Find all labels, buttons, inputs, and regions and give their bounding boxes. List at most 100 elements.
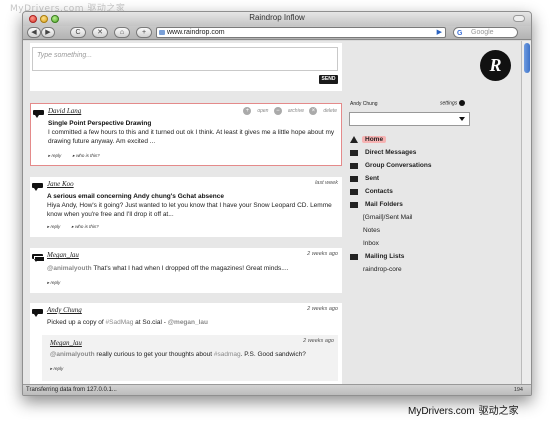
message-body: I committed a few hours to this and it t…: [48, 129, 335, 145]
archive-action[interactable]: − archive: [273, 107, 304, 115]
open-icon: +: [243, 107, 252, 115]
author-name[interactable]: Jane Koo: [47, 180, 74, 188]
url-input[interactable]: www.raindrop.com ▶: [156, 27, 446, 38]
toolbar-toggle-button[interactable]: [513, 15, 525, 22]
message-subject: Single Point Perspective Drawing: [48, 120, 152, 127]
url-text: www.raindrop.com: [167, 29, 225, 36]
who-is-this-link[interactable]: ▸ who is this?: [73, 153, 105, 158]
conversation-icon: [350, 162, 358, 169]
go-arrow-icon[interactable]: ▶: [437, 28, 442, 37]
author-name[interactable]: Megan_lau: [47, 251, 79, 259]
home-icon: [350, 136, 358, 143]
message-time: 2 weeks ago: [307, 251, 338, 257]
account-select[interactable]: [349, 112, 470, 126]
reply-link[interactable]: ▸ reply: [47, 280, 65, 285]
reply-card[interactable]: Megan_lau 2 weeks ago @animalyouth reall…: [42, 335, 338, 381]
author-name[interactable]: Andy Chung: [47, 306, 82, 314]
page-content: Type something... SEND David Lang + open …: [23, 41, 523, 386]
user-name: Andy Chung: [350, 101, 378, 107]
gear-icon: [459, 100, 466, 106]
reply-link[interactable]: ▸ reply: [50, 366, 68, 371]
message-body: Hiya Andy, How's it going? Just wanted t…: [47, 202, 332, 218]
author-name[interactable]: David Lang: [48, 107, 81, 115]
status-count: 194: [513, 387, 523, 393]
window-title: Raindrop Inflow: [249, 13, 305, 22]
sidebar-folder-item[interactable]: [Gmail]/Sent Mail: [363, 214, 413, 221]
message-subject: A serious email concerning Andy chung's …: [47, 193, 224, 200]
hashtag[interactable]: #SadMag: [106, 319, 134, 326]
message-meta: ▸ reply: [50, 366, 73, 372]
message-icon: [33, 110, 44, 118]
forward-button[interactable]: ▶: [41, 27, 55, 38]
search-input[interactable]: G Google: [453, 27, 518, 38]
scroll-thumb[interactable]: [524, 43, 530, 73]
message-card[interactable]: Andy Chung 2 weeks ago Picked up a copy …: [30, 303, 342, 386]
message-icon: [32, 309, 43, 317]
archive-icon: −: [273, 107, 282, 115]
message-meta: ▸ reply ▸ who is this?: [47, 224, 109, 230]
watermark-bottom: MyDrivers.com 驱动之家: [408, 406, 519, 417]
send-button[interactable]: SEND: [319, 75, 338, 84]
sidebar-folder-item[interactable]: Notes: [363, 227, 380, 234]
message-time: 2 weeks ago: [303, 338, 334, 344]
message-icon: [350, 149, 358, 156]
search-placeholder: Google: [471, 29, 494, 36]
compose-input[interactable]: Type something...: [32, 47, 338, 71]
conversation-icon: [32, 254, 45, 262]
mail-icon: [350, 253, 358, 260]
mention[interactable]: @megan_lau: [168, 319, 208, 326]
browser-toolbar: ◀ ▶ C ✕ ⌂ + www.raindrop.com ▶ G Google: [23, 26, 531, 40]
delete-icon: ×: [309, 107, 318, 115]
message-body: @animalyouth really curious to get your …: [50, 351, 306, 358]
message-time: last week: [315, 180, 338, 186]
back-button[interactable]: ◀: [27, 27, 41, 38]
message-card[interactable]: Jane Koo last week A serious email conce…: [30, 177, 342, 237]
author-name[interactable]: Megan_lau: [50, 339, 82, 347]
who-is-this-link[interactable]: ▸ who is this?: [72, 224, 104, 229]
status-bar: Transferring data from 127.0.0.1... 194: [23, 384, 531, 395]
delete-action[interactable]: × delete: [309, 107, 337, 115]
message-actions: + open − archive × delete: [239, 107, 337, 115]
mention[interactable]: @animalyouth: [47, 265, 92, 272]
reply-link[interactable]: ▸ reply: [48, 153, 66, 158]
title-bar: Raindrop Inflow: [23, 12, 531, 26]
sent-icon: [350, 175, 358, 182]
add-bookmark-button[interactable]: +: [136, 27, 152, 38]
google-icon: G: [457, 30, 463, 37]
raindrop-logo: R: [480, 50, 511, 81]
sidebar-item-mailing-lists[interactable]: Mailing Lists: [350, 253, 407, 263]
sidebar: R Andy Chung settings Home Direct Messag…: [345, 41, 515, 386]
message-body: @animalyouth That's what I had when I dr…: [47, 265, 289, 272]
sidebar-list-item[interactable]: raindrop-core: [363, 266, 402, 273]
composer: Type something... SEND: [30, 43, 342, 91]
status-text: Transferring data from 127.0.0.1...: [26, 387, 117, 393]
chevron-down-icon: [459, 117, 465, 121]
reply-link[interactable]: ▸ reply: [47, 224, 65, 229]
sidebar-item-sent[interactable]: Sent: [350, 175, 382, 185]
message-meta: ▸ reply ▸ who is this?: [48, 153, 110, 159]
vertical-scrollbar[interactable]: [521, 41, 531, 386]
mail-icon: [350, 201, 358, 208]
sidebar-item-mail-folders[interactable]: Mail Folders: [350, 201, 406, 211]
message-card[interactable]: Megan_lau 2 weeks ago @animalyouth That'…: [30, 248, 342, 293]
site-icon: [159, 30, 165, 35]
contacts-icon: [350, 188, 358, 195]
hashtag[interactable]: #sadmag: [214, 351, 241, 358]
message-meta: ▸ reply: [47, 280, 70, 286]
settings-link[interactable]: settings: [440, 100, 466, 106]
sidebar-item-direct-messages[interactable]: Direct Messages: [350, 149, 419, 159]
sidebar-folder-item[interactable]: Inbox: [363, 240, 379, 247]
home-button[interactable]: ⌂: [114, 27, 130, 38]
mention[interactable]: @animalyouth: [50, 351, 95, 358]
open-action[interactable]: + open: [243, 107, 268, 115]
reload-button[interactable]: C: [70, 27, 86, 38]
stop-button[interactable]: ✕: [92, 27, 108, 38]
sidebar-item-contacts[interactable]: Contacts: [350, 188, 396, 198]
browser-window: Raindrop Inflow ◀ ▶ C ✕ ⌂ + www.raindrop…: [22, 11, 532, 396]
message-body: Picked up a copy of #SadMag at So.cial -…: [47, 319, 208, 326]
sidebar-item-home[interactable]: Home: [350, 136, 387, 146]
message-time: 2 weeks ago: [307, 306, 338, 312]
sidebar-item-group-conversations[interactable]: Group Conversations: [350, 162, 434, 172]
message-icon: [32, 183, 43, 191]
message-card[interactable]: David Lang + open − archive × delete Single…: [30, 103, 342, 166]
